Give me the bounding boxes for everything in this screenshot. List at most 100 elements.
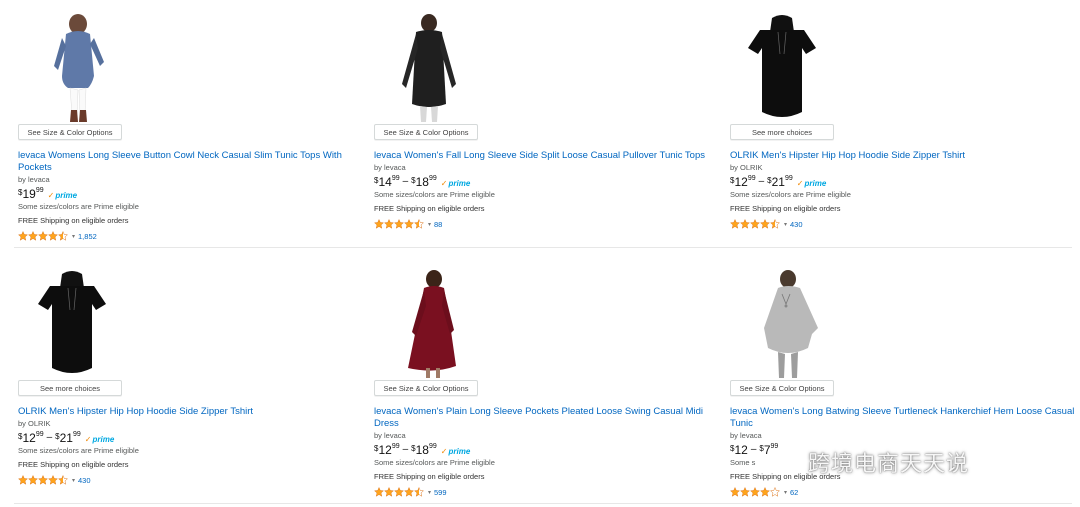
product-meta: by levaca $19 99 ✓prime Some sizes/colors… bbox=[18, 175, 363, 241]
rating[interactable]: ▾ 88 bbox=[374, 219, 719, 229]
product-meta: by levaca $14 99 – $18 99 ✓prime Some size… bbox=[374, 163, 719, 229]
product-title-link[interactable]: levaca Womens Long Sleeve Button Cowl Ne… bbox=[18, 150, 363, 174]
rating[interactable]: ▾ 599 bbox=[374, 487, 719, 497]
star-icon bbox=[18, 475, 28, 485]
price[interactable]: $19 99 ✓prime bbox=[18, 187, 363, 202]
prime-check-icon: ✓ bbox=[440, 179, 448, 188]
star-icon bbox=[28, 231, 38, 241]
prime-badge: ✓prime bbox=[440, 447, 471, 456]
product-card: See more choices OLRIK Men's Hipster Hip… bbox=[18, 270, 363, 502]
price[interactable]: $12 99 – $21 99 ✓prime bbox=[18, 431, 363, 446]
row-divider bbox=[14, 503, 1072, 504]
shipping-note: FREE Shipping on eligible orders bbox=[18, 460, 129, 469]
prime-eligible-note: Some sizes/colors are Prime eligible bbox=[374, 190, 495, 199]
product-meta: by OLRIK $12 99 – $21 99 ✓prime Some sizes… bbox=[730, 163, 1075, 229]
watermark: 跨境电商天天说 bbox=[778, 446, 969, 478]
prime-eligible-note: Some sizes/colors are Prime eligible bbox=[18, 446, 139, 455]
prime-badge: ✓prime bbox=[84, 435, 115, 444]
row-divider bbox=[14, 247, 1072, 248]
star-icon bbox=[384, 219, 394, 229]
rating[interactable]: ▾ 430 bbox=[18, 475, 363, 485]
see-options-button[interactable]: See Size & Color Options bbox=[18, 124, 122, 140]
product-image[interactable] bbox=[18, 270, 363, 380]
brand-byline: by OLRIK bbox=[18, 419, 51, 428]
star-rating[interactable] bbox=[374, 487, 424, 497]
star-icon bbox=[48, 231, 58, 241]
black-long-sleeve-tunic-image[interactable] bbox=[394, 14, 464, 124]
prime-check-icon: ✓ bbox=[796, 179, 804, 188]
star-rating[interactable] bbox=[730, 219, 780, 229]
chevron-down-icon[interactable]: ▾ bbox=[428, 489, 431, 496]
shipping-note: FREE Shipping on eligible orders bbox=[18, 216, 129, 225]
review-count-link[interactable]: 430 bbox=[790, 220, 803, 229]
product-meta: by OLRIK $12 99 – $21 99 ✓prime Some sizes… bbox=[18, 419, 363, 485]
review-count-link[interactable]: 1,852 bbox=[78, 232, 97, 241]
blue-cowl-neck-tunic-image[interactable] bbox=[48, 14, 108, 124]
chevron-down-icon[interactable]: ▾ bbox=[784, 221, 787, 228]
star-icon bbox=[38, 475, 48, 485]
chevron-down-icon[interactable]: ▾ bbox=[72, 233, 75, 240]
product-title-link[interactable]: OLRIK Men's Hipster Hip Hop Hoodie Side … bbox=[730, 150, 1075, 162]
star-icon bbox=[740, 487, 750, 497]
star-icon bbox=[58, 231, 68, 241]
review-count-link[interactable]: 62 bbox=[790, 488, 798, 497]
see-options-button[interactable]: See Size & Color Options bbox=[374, 124, 478, 140]
price[interactable]: $12 99 – $21 99 ✓prime bbox=[730, 175, 1075, 190]
brand-byline: by OLRIK bbox=[730, 163, 763, 172]
product-title-link[interactable]: OLRIK Men's Hipster Hip Hop Hoodie Side … bbox=[18, 406, 363, 418]
price[interactable]: $14 99 – $18 99 ✓prime bbox=[374, 175, 719, 190]
price[interactable]: $12 99 – $18 99 ✓prime bbox=[374, 443, 719, 458]
see-options-button[interactable]: See more choices bbox=[730, 124, 834, 140]
see-options-button[interactable]: See Size & Color Options bbox=[730, 380, 834, 396]
star-rating[interactable] bbox=[18, 475, 68, 485]
star-rating[interactable] bbox=[730, 487, 780, 497]
rating[interactable]: ▾ 430 bbox=[730, 219, 1075, 229]
review-count-link[interactable]: 430 bbox=[78, 476, 91, 485]
product-card: See Size & Color Options levaca Women's … bbox=[374, 14, 719, 246]
see-options-button[interactable]: See more choices bbox=[18, 380, 122, 396]
star-icon bbox=[58, 475, 68, 485]
star-rating[interactable] bbox=[18, 231, 68, 241]
chevron-down-icon[interactable]: ▾ bbox=[428, 221, 431, 228]
product-image[interactable] bbox=[730, 270, 1075, 380]
star-icon bbox=[394, 487, 404, 497]
star-icon bbox=[770, 487, 780, 497]
shipping-note: FREE Shipping on eligible orders bbox=[374, 472, 485, 481]
star-icon bbox=[374, 219, 384, 229]
brand-byline: by levaca bbox=[730, 431, 762, 440]
star-icon bbox=[48, 475, 58, 485]
star-icon bbox=[740, 219, 750, 229]
product-image[interactable] bbox=[730, 14, 1075, 124]
burgundy-midi-dress-image[interactable] bbox=[398, 270, 468, 380]
prime-badge: ✓prime bbox=[796, 179, 827, 188]
shipping-note: FREE Shipping on eligible orders bbox=[730, 204, 841, 213]
star-icon bbox=[760, 219, 770, 229]
black-hooded-tshirt-image[interactable] bbox=[34, 270, 110, 380]
product-meta: by levaca $12 99 – $18 99 ✓prime Some size… bbox=[374, 431, 719, 497]
product-card: See Size & Color Options levaca Women's … bbox=[374, 270, 719, 502]
grey-batwing-tunic-image[interactable] bbox=[760, 270, 820, 380]
product-title-link[interactable]: levaca Women's Plain Long Sleeve Pockets… bbox=[374, 406, 719, 430]
star-icon bbox=[730, 487, 740, 497]
product-image[interactable] bbox=[18, 14, 363, 124]
see-options-button[interactable]: See Size & Color Options bbox=[374, 380, 478, 396]
review-count-link[interactable]: 88 bbox=[434, 220, 442, 229]
rating[interactable]: ▾ 62 bbox=[730, 487, 1075, 497]
star-rating[interactable] bbox=[374, 219, 424, 229]
search-results-page: See Size & Color Options levaca Womens L… bbox=[0, 0, 1080, 507]
product-image[interactable] bbox=[374, 270, 719, 380]
star-icon bbox=[750, 487, 760, 497]
prime-eligible-note: Some sizes/colors are Prime eligible bbox=[730, 190, 851, 199]
star-icon bbox=[770, 219, 780, 229]
product-title-link[interactable]: levaca Women's Long Batwing Sleeve Turtl… bbox=[730, 406, 1075, 430]
product-image[interactable] bbox=[374, 14, 719, 124]
chevron-down-icon[interactable]: ▾ bbox=[72, 477, 75, 484]
chevron-down-icon[interactable]: ▾ bbox=[784, 489, 787, 496]
product-title-link[interactable]: levaca Women's Fall Long Sleeve Side Spl… bbox=[374, 150, 719, 162]
rating[interactable]: ▾ 1,852 bbox=[18, 231, 363, 241]
star-icon bbox=[414, 219, 424, 229]
review-count-link[interactable]: 599 bbox=[434, 488, 447, 497]
brand-byline: by levaca bbox=[374, 431, 406, 440]
brand-byline: by levaca bbox=[374, 163, 406, 172]
black-hooded-tshirt-image[interactable] bbox=[744, 14, 820, 124]
